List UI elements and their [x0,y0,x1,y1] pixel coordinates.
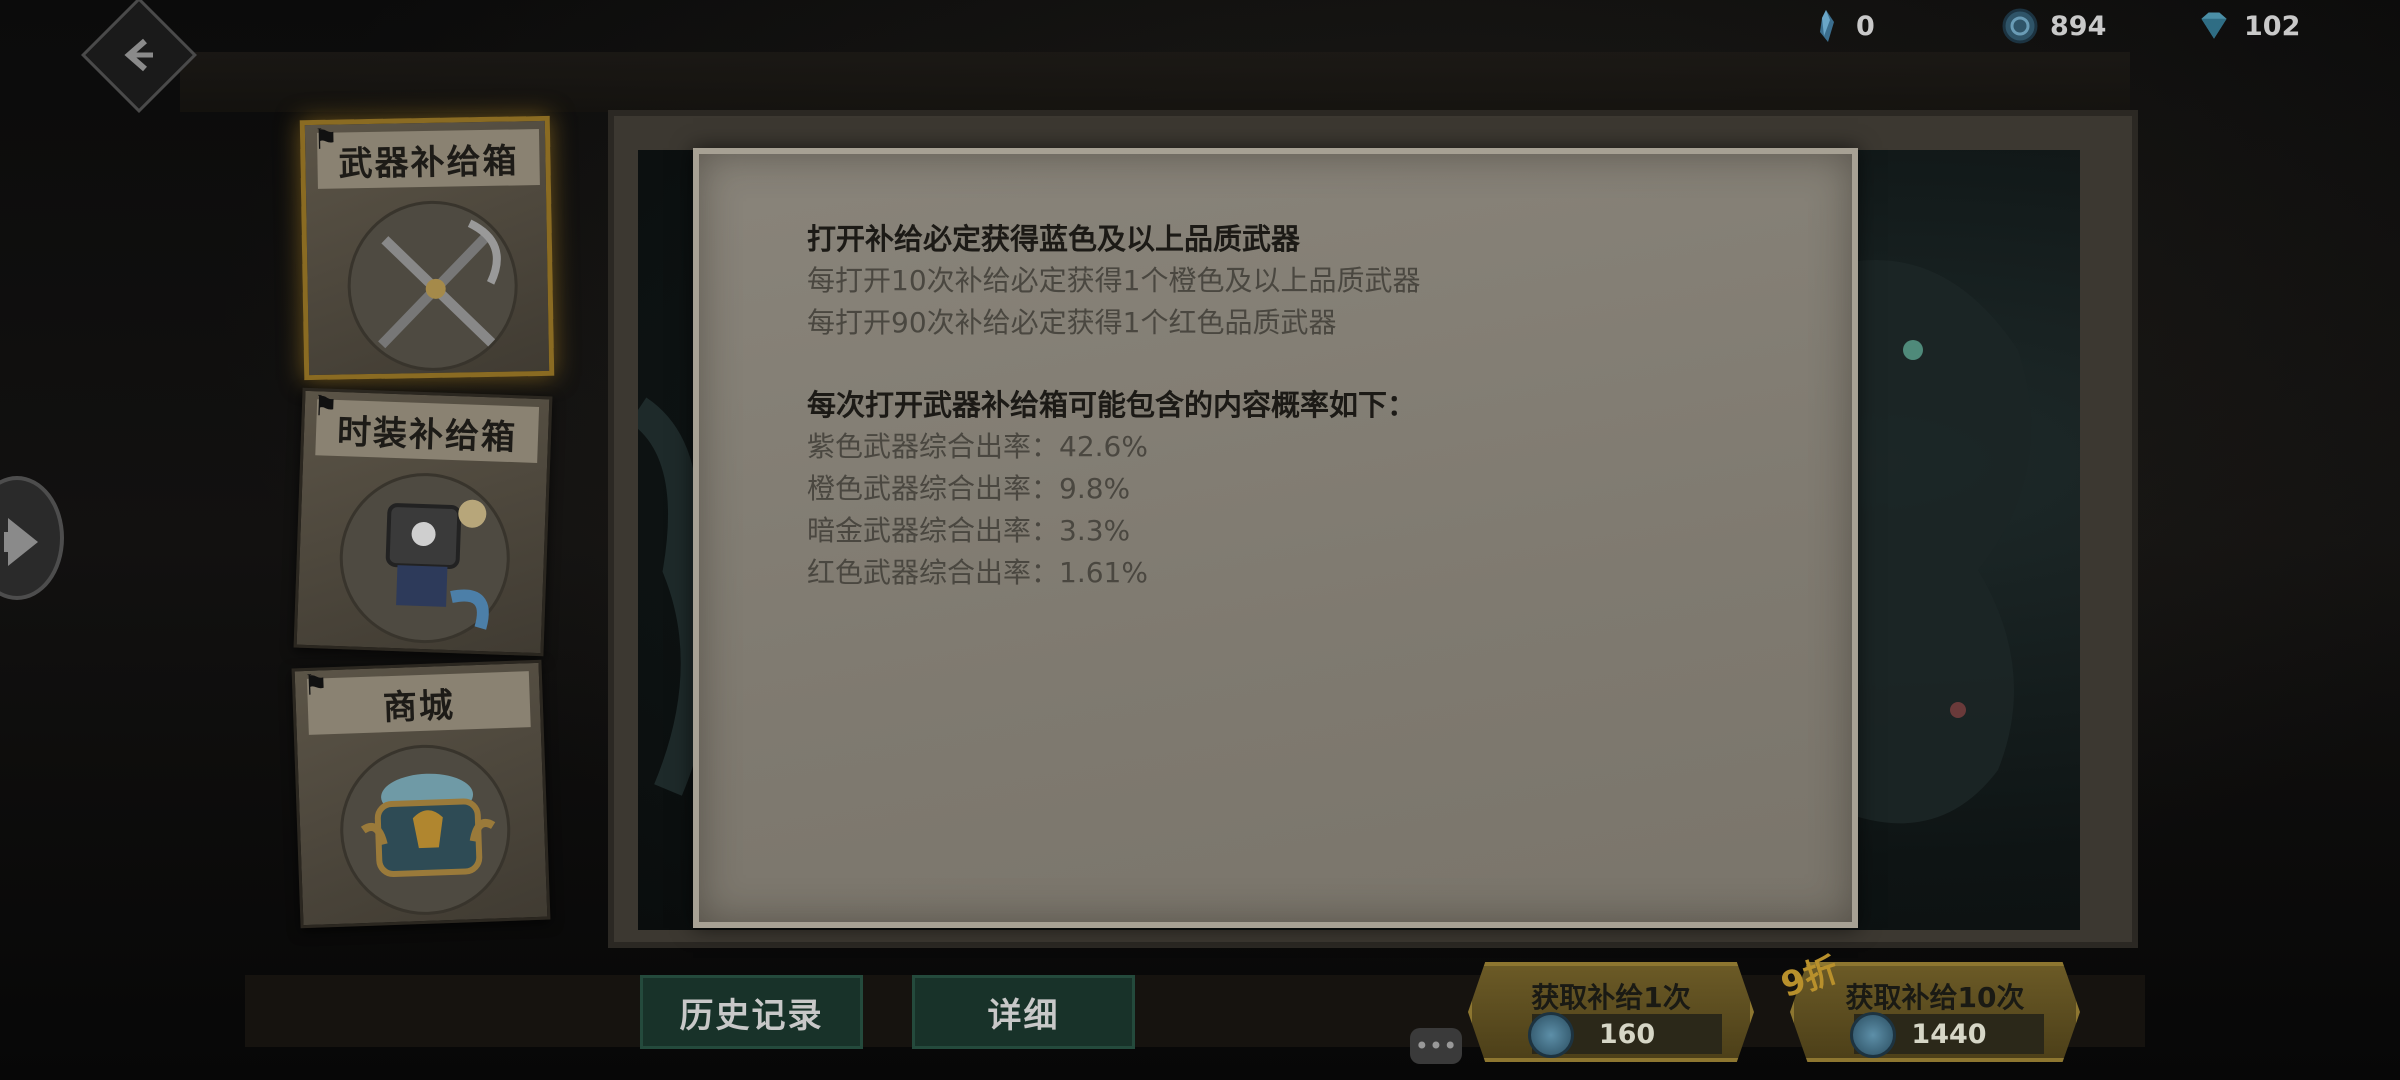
treasure-chest-icon [337,741,514,918]
sidebar-item-costume-box[interactable]: ⚑ 时装补给箱 [293,387,553,657]
sidebar-item-label: 商城 [382,685,456,728]
flag-icon: ⚑ [312,122,341,156]
blue-coin-icon [2002,8,2038,44]
rate-purple: 紫色武器综合出率：42.6% [807,430,1148,463]
crystal-count: 0 [1856,10,1875,42]
details-button[interactable]: 详细 [912,975,1135,1049]
sidebar-item-shop[interactable]: ⚑ 商城 [291,659,551,929]
guarantee-heading: 打开补给必定获得蓝色及以上品质武器 [807,222,1301,256]
back-arrow-icon [124,38,153,72]
history-button[interactable]: 历史记录 [640,975,863,1049]
crossed-weapons-icon [346,199,520,373]
draw-once-label: 获取补给1次 [1531,981,1691,1014]
rates-heading: 每次打开武器补给箱可能包含的内容概率如下： [807,388,1417,422]
card-title: ⚑ 武器补给箱 [313,123,540,189]
background-shelf [180,52,2130,112]
currency-diamond: 102 [2196,6,2300,46]
flag-icon: ⚑ [312,389,341,424]
diamond-icon [2201,12,2227,39]
currency-coin: 894 [2002,6,2106,46]
info-text: 打开补给必定获得蓝色及以上品质武器 每打开10次补给必定获得1个橙色及以上品质武… [807,218,1757,594]
costume-robot-icon [336,470,513,646]
blue-coin-icon [1528,1012,1574,1058]
sidebar-item-weapon-box[interactable]: ⚑ 武器补给箱 [299,115,555,381]
draw-once-button[interactable]: 获取补给1次 160 [1468,962,1754,1062]
arrow-right-icon [4,518,38,566]
currency-crystal: 0 [1808,6,1875,46]
sidebar-item-label: 时装补给箱 [336,411,518,458]
chat-icon[interactable]: ••• [1410,1028,1462,1064]
crystal-shard-icon [1820,10,1834,42]
card-title: ⚑ 商城 [303,668,531,735]
coin-count: 894 [2050,10,2107,42]
probability-info-popup[interactable]: 打开补给必定获得蓝色及以上品质武器 每打开10次补给必定获得1个橙色及以上品质武… [693,148,1858,928]
blue-coin-icon [1850,1012,1896,1058]
rate-orange: 橙色武器综合出率：9.8% [807,472,1131,505]
diamond-count: 102 [2244,10,2301,42]
rate-dark-gold: 暗金武器综合出率：3.3% [807,514,1131,547]
guarantee-line-red: 每打开90次补给必定获得1个红色品质武器 [807,306,1337,339]
card-title: ⚑ 时装补给箱 [312,389,540,463]
sidebar-item-label: 武器补给箱 [338,140,519,185]
flag-icon: ⚑ [302,668,331,703]
guarantee-line-orange: 每打开10次补给必定获得1个橙色及以上品质武器 [807,264,1421,297]
rate-red: 红色武器综合出率：1.61% [807,556,1148,589]
